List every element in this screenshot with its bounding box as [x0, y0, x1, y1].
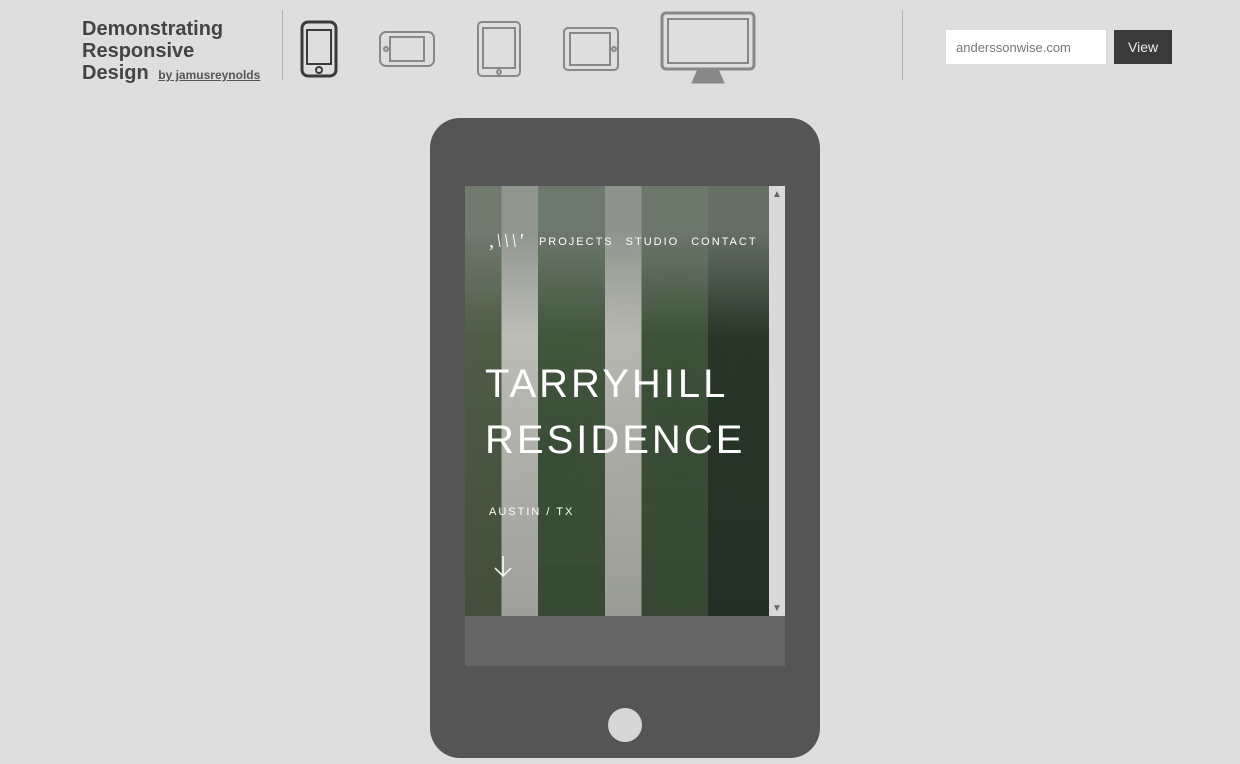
- arrow-down-icon: [489, 554, 517, 582]
- scroll-down-arrow-icon[interactable]: ▼: [772, 603, 782, 613]
- device-frame: ,\\\' PROJECTS STUDIO CONTACT TARRYHILL …: [430, 118, 820, 758]
- url-form: View: [946, 30, 1172, 64]
- tablet-landscape-icon: [562, 26, 620, 72]
- nav-link-studio[interactable]: STUDIO: [626, 236, 680, 248]
- hero-location: AUSTIN / TX: [489, 506, 574, 518]
- device-desktop[interactable]: [660, 11, 756, 87]
- nav-links: PROJECTS STUDIO CONTACT: [539, 236, 758, 248]
- device-tablet-landscape[interactable]: [562, 26, 620, 72]
- app-title: Demonstrating Responsive Design by jamus…: [82, 18, 260, 86]
- top-bar: Demonstrating Responsive Design by jamus…: [0, 0, 1240, 90]
- divider: [282, 10, 283, 80]
- preview-viewport[interactable]: ,\\\' PROJECTS STUDIO CONTACT TARRYHILL …: [465, 186, 769, 616]
- preview-scrollbar[interactable]: ▲ ▼: [769, 186, 785, 616]
- device-screen: ,\\\' PROJECTS STUDIO CONTACT TARRYHILL …: [465, 186, 785, 666]
- title-line-2: Responsive: [82, 40, 194, 62]
- phone-portrait-icon: [300, 20, 338, 78]
- scroll-up-arrow-icon[interactable]: ▲: [772, 189, 782, 199]
- divider: [902, 10, 903, 80]
- hero-title-line-2: RESIDENCE: [485, 418, 745, 463]
- nav-link-projects[interactable]: PROJECTS: [539, 236, 614, 248]
- site-logo[interactable]: ,\\\': [489, 230, 525, 253]
- title-line-1: Demonstrating: [82, 18, 223, 40]
- scroll-down-button[interactable]: [489, 554, 517, 587]
- nav-link-contact[interactable]: CONTACT: [691, 236, 757, 248]
- device-phone-landscape[interactable]: [378, 30, 436, 68]
- device-phone-portrait[interactable]: [300, 20, 338, 78]
- url-input[interactable]: [946, 30, 1106, 64]
- device-switcher: [300, 14, 756, 84]
- view-button[interactable]: View: [1114, 30, 1172, 64]
- tablet-portrait-icon: [476, 20, 522, 78]
- hero-title-line-1: TARRYHILL: [485, 362, 728, 407]
- site-nav: ,\\\' PROJECTS STUDIO CONTACT: [489, 230, 758, 253]
- device-tablet-portrait[interactable]: [476, 20, 522, 78]
- byline-link[interactable]: by jamusreynolds: [158, 68, 260, 82]
- phone-landscape-icon: [378, 30, 436, 68]
- title-block: Demonstrating Responsive Design by jamus…: [82, 18, 260, 86]
- title-line-3: Design: [82, 62, 149, 84]
- desktop-icon: [660, 11, 756, 87]
- device-home-button[interactable]: [608, 708, 642, 742]
